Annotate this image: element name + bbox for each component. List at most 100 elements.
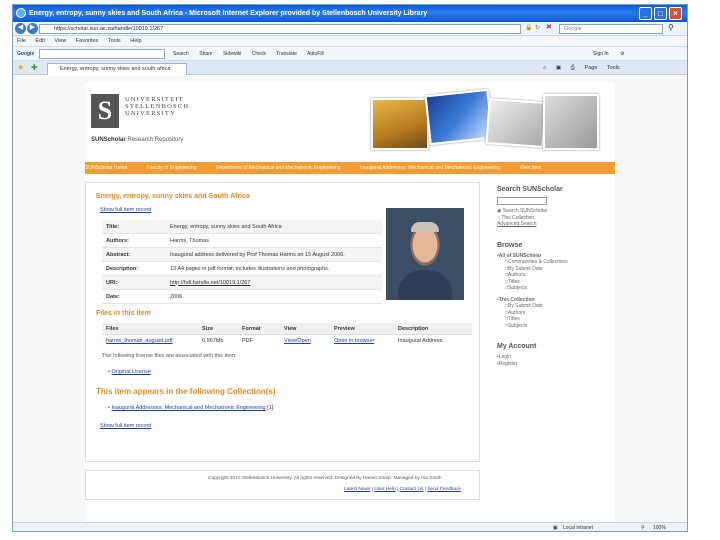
- search-input[interactable]: Google: [559, 24, 663, 34]
- uri-link[interactable]: http://hdl.handle.net/10019.1/267: [170, 280, 382, 286]
- print-icon[interactable]: ⎙: [571, 65, 575, 71]
- show-full-record-bottom-link[interactable]: Show full item record: [100, 423, 151, 429]
- breadcrumb-department[interactable]: Department of Mechanical and Mechatronic…: [216, 165, 341, 171]
- browser-window: Energy, entropy, sunny skies and South A…: [12, 4, 688, 532]
- zoom-level[interactable]: 100%: [653, 523, 666, 531]
- page-viewport: S UNIVERSITEIT STELLENBOSCH UNIVERSITY S…: [13, 76, 687, 522]
- google-toolbar-label: Google: [17, 51, 35, 57]
- sign-in-button[interactable]: Sign In: [593, 51, 609, 57]
- menu-favorites[interactable]: Favorites: [76, 38, 99, 44]
- page-footer: Copyright 2010 Stellenbosch University. …: [85, 470, 480, 500]
- banner-drawing: [543, 94, 599, 150]
- md-value: 2006: [170, 293, 183, 300]
- status-bar: ▣ Local intranet ⚲ 100%: [13, 522, 687, 531]
- minimize-button[interactable]: _: [639, 7, 652, 20]
- table-row: Title: Energy, entropy, sunny skies and …: [102, 220, 382, 234]
- toolbar-translate-button[interactable]: Translate: [276, 51, 297, 57]
- university-line-3: UNIVERSITY: [125, 110, 176, 117]
- file-link[interactable]: harms_thomas_augustt.pdf: [102, 338, 202, 344]
- zoom-icon[interactable]: ⚲: [641, 523, 645, 531]
- feeds-icon[interactable]: ▣: [556, 65, 561, 71]
- md-key: Date:: [106, 293, 120, 300]
- menu-file[interactable]: File: [17, 38, 26, 44]
- menu-edit[interactable]: Edit: [35, 38, 44, 44]
- view-open-link[interactable]: View/Open: [284, 338, 334, 344]
- header-banner-images: [365, 88, 605, 158]
- browse-subjects-link[interactable]: Subjects: [497, 285, 615, 292]
- tab-bar: ★ ✚ Energy, entropy, sunny skies and sou…: [13, 61, 687, 75]
- back-icon[interactable]: ◀: [15, 23, 26, 34]
- search-icon[interactable]: ⚲: [668, 23, 674, 32]
- footer-send-feedback[interactable]: Send Feedback: [427, 487, 461, 492]
- collection-item: Inaugural Addresses: Mechanical and Mech…: [108, 405, 273, 411]
- menu-tools[interactable]: Tools: [108, 38, 121, 44]
- col-description: Description: [398, 325, 429, 332]
- menu-bar: File Edit View Favorites Tools Help: [13, 36, 687, 47]
- menu-help[interactable]: Help: [130, 38, 141, 44]
- page-menu[interactable]: Page: [585, 65, 598, 71]
- toolbar-autofill-button[interactable]: AutoFill: [307, 51, 324, 57]
- md-key: Title:: [106, 223, 120, 230]
- university-line-1: UNIVERSITEIT: [125, 96, 184, 103]
- title-bar: Energy, entropy, sunny skies and South A…: [13, 5, 687, 22]
- toolbar-items: Search Share Sidewiki Check Translate Au…: [173, 47, 333, 61]
- md-value: Inaugural address delivered by Prof Thom…: [170, 251, 345, 258]
- google-toolbar-search[interactable]: [39, 49, 165, 59]
- original-license-link[interactable]: Original License: [111, 369, 150, 375]
- google-toolbar: Google Search Share Sidewiki Check Trans…: [13, 47, 687, 61]
- breadcrumb-home[interactable]: SUNScholar Home: [85, 165, 127, 171]
- search-option-all-label: Search SUNScholar: [502, 208, 548, 214]
- add-favorite-icon[interactable]: ✚: [31, 63, 38, 72]
- university-name: UNIVERSITEIT STELLENBOSCH UNIVERSITY: [125, 96, 189, 117]
- table-row: Authors: Harms, Thomas: [102, 234, 382, 248]
- my-account-heading: My Account: [497, 343, 537, 350]
- footer-contact-us[interactable]: Contact Us: [400, 487, 424, 492]
- zone-icon: ▣: [553, 525, 558, 531]
- menu-view[interactable]: View: [54, 38, 66, 44]
- table-row: harms_thomas_augustt.pdf 6.567Mb PDF Vie…: [102, 335, 472, 347]
- home-icon[interactable]: ⌂: [543, 65, 546, 71]
- address-bar: ◀ ▶ https://scholar.sun.ac.za/handle/100…: [13, 22, 687, 36]
- university-logo[interactable]: S: [91, 94, 119, 128]
- footer-user-help[interactable]: User Help: [374, 487, 395, 492]
- favorites-star-icon[interactable]: ★: [17, 63, 24, 72]
- maximize-button[interactable]: □: [654, 7, 667, 20]
- sunscholar-page: S UNIVERSITEIT STELLENBOSCH UNIVERSITY S…: [85, 82, 615, 522]
- file-format: PDF: [242, 338, 253, 344]
- footer-latest-news[interactable]: Latest News: [344, 487, 370, 492]
- toolbar-search-button[interactable]: Search: [173, 51, 189, 57]
- author-photo: [386, 208, 464, 300]
- show-full-record-link[interactable]: Show full item record: [100, 207, 151, 213]
- collection-link[interactable]: Inaugural Addresses: Mechanical and Mech…: [111, 405, 265, 411]
- browse-heading: Browse: [497, 241, 523, 249]
- wrench-icon[interactable]: ⚙: [620, 51, 624, 57]
- col-preview: Preview: [334, 325, 355, 332]
- col-files: Files: [106, 325, 119, 332]
- refresh-icon[interactable]: ↻: [535, 24, 540, 31]
- col-format: Format: [242, 325, 261, 332]
- toolbar-sidewiki-button[interactable]: Sidewiki: [223, 51, 241, 57]
- breadcrumb-current: View Item: [519, 165, 542, 171]
- stop-icon[interactable]: ✖: [546, 23, 552, 31]
- open-in-browser-link[interactable]: Open in browser: [334, 338, 398, 344]
- breadcrumb-faculty[interactable]: Faculty of Engineering: [147, 165, 197, 171]
- advanced-search-link[interactable]: Advanced Search: [497, 221, 615, 228]
- bullet: [108, 405, 110, 411]
- tab-current[interactable]: Energy, entropy, sunny skies and south a…: [47, 63, 187, 75]
- close-button[interactable]: ×: [669, 7, 682, 20]
- forward-icon[interactable]: ▶: [27, 23, 38, 34]
- table-row: Abstract: Inaugural address delivered by…: [102, 248, 382, 262]
- toolbar-share-button[interactable]: Share: [199, 51, 212, 57]
- breadcrumb-collection[interactable]: Inaugural Addresses: Mechanical and Mech…: [360, 165, 500, 171]
- tools-menu[interactable]: Tools: [607, 65, 620, 71]
- url-input[interactable]: https://scholar.sun.ac.za/handle/10019.1…: [39, 24, 521, 34]
- sidebar-search-input[interactable]: [497, 197, 547, 205]
- photo-hair: [411, 222, 439, 232]
- toolbar-right: Sign In ⚙: [593, 47, 624, 61]
- collections-heading: This item appears in the following Colle…: [96, 387, 276, 396]
- toolbar-check-button[interactable]: Check: [252, 51, 266, 57]
- metadata-table: Title: Energy, entropy, sunny skies and …: [102, 220, 382, 304]
- coll-subjects-link[interactable]: Subjects: [497, 323, 615, 330]
- register-link[interactable]: Register: [497, 361, 615, 368]
- collection-count: [1]: [267, 405, 274, 411]
